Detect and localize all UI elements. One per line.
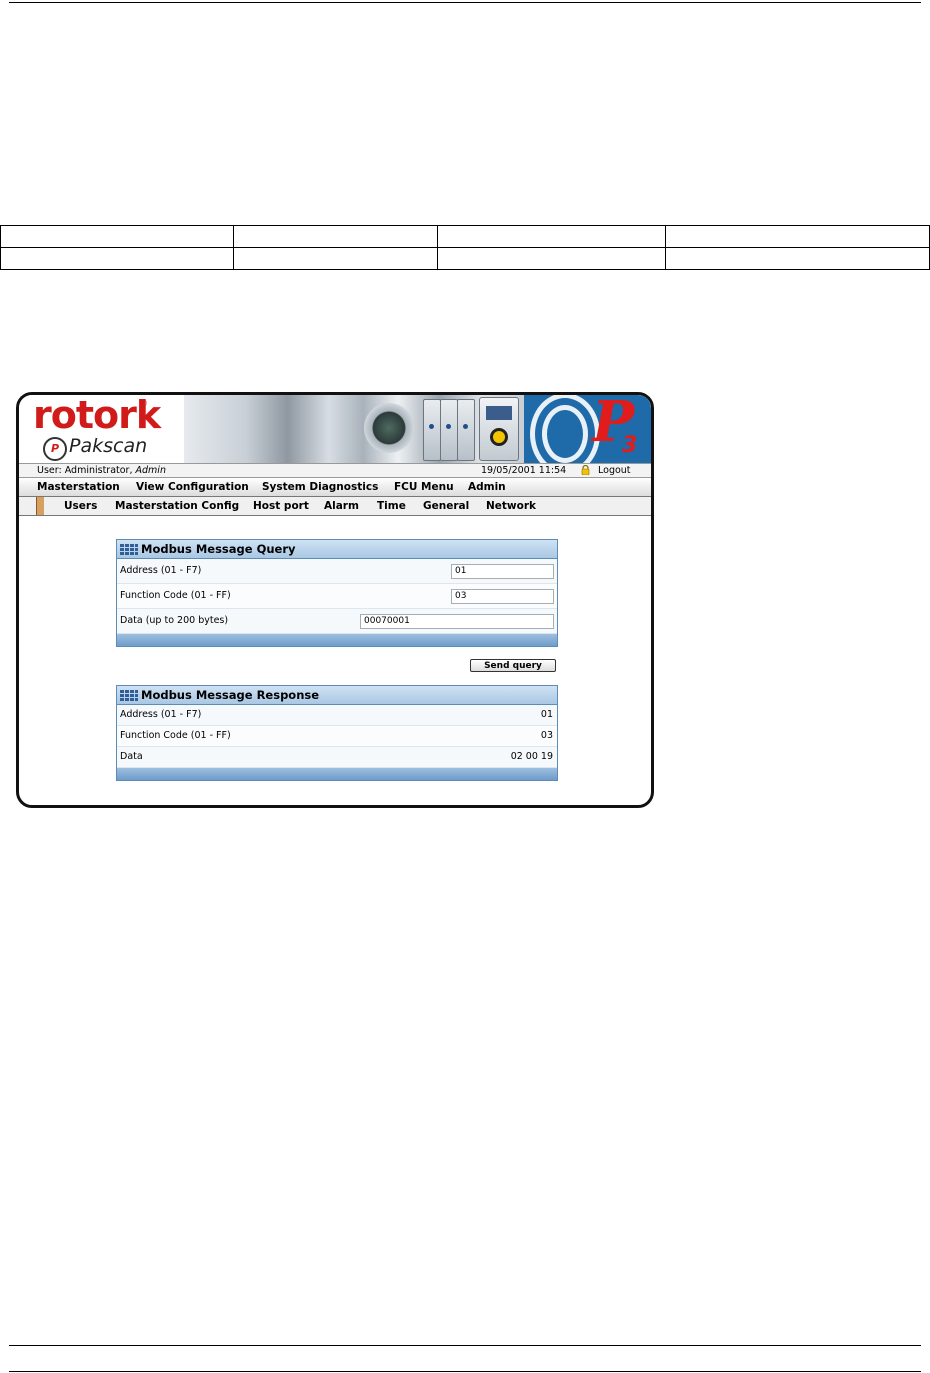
header-table [0,225,930,270]
actuator-image [364,403,414,453]
top-rule [9,2,921,3]
query-row-data: Data (up to 200 bytes) [117,609,557,634]
menu-admin[interactable]: Admin [468,478,506,496]
function-code-label: Function Code (01 - FF) [120,730,231,741]
address-label: Address (01 - F7) [120,709,202,720]
response-panel: Modbus Message Response Address (01 - F7… [116,685,558,781]
tab-network[interactable]: Network [486,497,536,515]
tab-alarm[interactable]: Alarm [324,497,359,515]
tab-masterstation-config[interactable]: Masterstation Config [115,497,239,515]
query-row-function-code: Function Code (01 - FF) [117,584,557,609]
table-cell [0,225,234,248]
device-unit-image [440,399,458,461]
user-label: User: Administrator, [37,465,136,476]
table-cell [233,225,438,248]
address-value: 01 [540,709,553,720]
query-panel-header: Modbus Message Query [117,540,557,559]
lock-icon [581,465,590,475]
pakscan-badge-icon: P [43,437,67,461]
tab-users[interactable]: Users [64,497,97,515]
data-value: 02 00 19 [510,751,553,762]
query-title: Modbus Message Query [141,542,296,556]
ring-shape [542,405,588,463]
table-row [0,247,930,270]
data-label: Data [120,751,143,762]
address-input[interactable] [451,564,554,579]
product-photo [184,395,529,463]
response-row-data: Data 02 00 19 [117,747,557,768]
device-unit-image [423,399,441,461]
datetime: 19/05/2001 11:54 [481,465,567,476]
table-cell [233,247,438,270]
user-bar: User: Administrator, Admin 19/05/2001 11… [19,463,651,478]
response-panel-footer [117,768,557,780]
masterstation-image [479,397,519,461]
response-title: Modbus Message Response [141,688,320,702]
response-row-address: Address (01 - F7) 01 [117,705,557,726]
logout-link[interactable]: Logout [598,464,631,477]
function-code-input[interactable] [451,589,554,604]
grid-icon [120,544,138,555]
table-cell [437,247,666,270]
grid-icon [120,690,138,701]
tab-host-port[interactable]: Host port [253,497,309,515]
main-menu: Masterstation View Configuration System … [19,478,651,497]
menu-system-diagnostics[interactable]: System Diagnostics [262,478,378,496]
response-panel-header: Modbus Message Response [117,686,557,705]
data-input[interactable] [360,614,554,629]
table-cell [665,225,930,248]
table-cell [437,225,666,248]
tab-general[interactable]: General [423,497,469,515]
table-cell [665,247,930,270]
query-panel: Modbus Message Query Address (01 - F7) F… [116,539,558,647]
table-cell [0,247,234,270]
sub-menu: Users Masterstation Config Host port Ala… [19,497,651,516]
device-unit-image [457,399,475,461]
user-role: Admin [135,465,166,476]
p3-number: 3 [622,433,638,458]
function-code-label: Function Code (01 - FF) [120,590,231,601]
banner: rotork ® P Pakscan P 3 [19,395,651,463]
bottom-rule [9,1345,921,1346]
pakscan-logo: Pakscan [69,435,148,457]
address-label: Address (01 - F7) [120,565,202,576]
screenshot-frame: rotork ® P Pakscan P 3 User: Administrat… [16,392,654,808]
query-row-address: Address (01 - F7) [117,559,557,584]
data-label: Data (up to 200 bytes) [120,615,229,626]
sub-menu-accent [36,497,44,515]
registered-mark: ® [140,399,148,408]
table-row [0,225,930,248]
function-code-value: 03 [540,730,553,741]
menu-fcu-menu[interactable]: FCU Menu [394,478,454,496]
user-info: User: Administrator, Admin [37,464,166,477]
menu-view-configuration[interactable]: View Configuration [136,478,249,496]
send-query-button[interactable]: Send query [470,659,556,672]
tab-time[interactable]: Time [377,497,406,515]
response-row-function-code: Function Code (01 - FF) 03 [117,726,557,747]
query-panel-footer [117,634,557,646]
p3-logo: P 3 [524,395,651,463]
bottom-rule [9,1371,921,1372]
menu-masterstation[interactable]: Masterstation [37,478,120,496]
